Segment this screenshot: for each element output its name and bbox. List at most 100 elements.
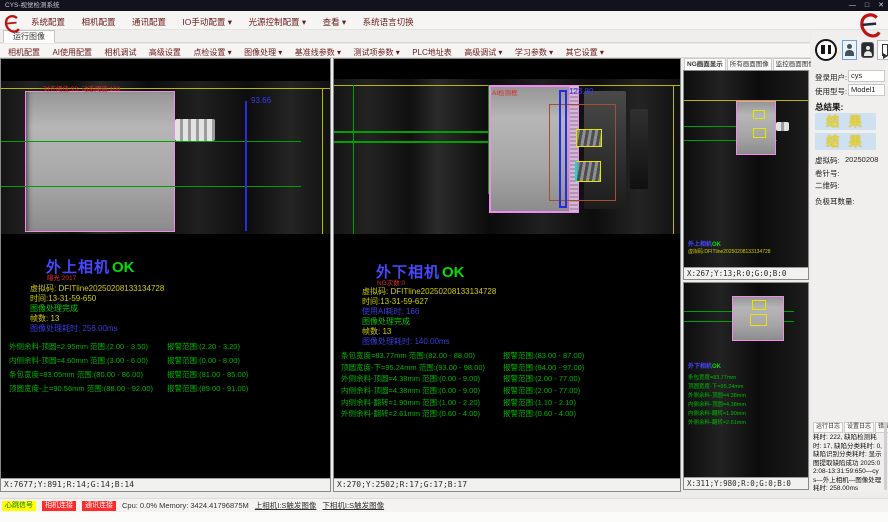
measure-value-label: 123.80 — [569, 87, 593, 96]
measurement-row: 外侧余料-顶圆=2.95mm 范围:(2.00 - 3.50)报警范围:(2.2… — [9, 340, 328, 354]
window-title: CYS-视觉检测系统 — [5, 2, 60, 9]
measure-line — [1, 186, 301, 187]
measure-value-label: 93.66 — [251, 96, 271, 105]
small-view-tabs: NG画面显示 所有画面图像 监控画面图像 — [683, 58, 809, 70]
measurement-row: 内侧余料-顶圆=4.38mm 范围:(0.00 - 9.00)报警范围:(2.0… — [341, 385, 678, 397]
process-elapsed: 图像处理耗时: 140.00ms — [362, 336, 450, 347]
toolbar: 相机配置 AI使用配置 相机调试 高级设置 点检设置 ▾ 图像处理 ▾ 基准线参… — [0, 43, 810, 58]
tab-all-images[interactable]: 所有画面图像 — [727, 58, 772, 70]
virtual-code: 虚拟码:DFITline20250208133134728 — [688, 248, 771, 255]
status-bar: 心跳信号 相机连接 通讯连接 Cpu: 0.0% Memory: 3424.41… — [0, 498, 888, 512]
title-bar: CYS-视觉检测系统 — □ ✕ — [0, 0, 888, 11]
qr-code-label: 二维码: — [815, 180, 840, 191]
total-result-label: 总结果: — [815, 101, 843, 113]
cpu-memory-status: Cpu: 0.0% Memory: 3424.41796875M — [122, 501, 249, 510]
measurement-row: 条包宽度=83.05mm 范围:(80.00 - 86.00)报警范围:(81.… — [9, 368, 328, 382]
measure-caliper-line — [245, 101, 247, 231]
small-view-bottom[interactable]: 外下相机OK 条包宽度=83.77mm 顶圆宽度-下=95.24mm 外侧余料-… — [683, 282, 809, 490]
right-control-panel: 登录用户: cys 使用型号: Model1 总结果: 结 果 结 果 虚拟码:… — [811, 31, 888, 492]
brand-logo-icon — [857, 12, 883, 39]
tab-run-log[interactable]: 运行日志 — [813, 422, 843, 433]
maximize-icon[interactable]: □ — [865, 0, 869, 11]
pixel-coordinate-bar: X:267;Y:13;R:0;G:0;B:0 — [684, 267, 808, 279]
log-text: 耗时: 222, 缺陷检测耗时: 17, 缺陷分类耗时: 0, 缺陷识别分类耗时… — [813, 434, 882, 494]
comm-link-badge: 通讯连接 — [82, 501, 116, 511]
login-user-field[interactable]: cys — [848, 70, 885, 82]
camera-image-left: 对齐阈值:93, 动态阈值:100 93.66 — [1, 81, 330, 234]
user-silhouette-icon — [862, 43, 873, 57]
measurement-list: 外侧余料-顶圆=2.95mm 范围:(2.00 - 3.50)报警范围:(2.2… — [9, 340, 328, 396]
measurement-list: 条包宽度=83.77mm 范围:(82.00 - 88.00)报警范围:(83.… — [341, 350, 678, 420]
pause-button[interactable] — [815, 39, 837, 61]
tab-count-label: 负极耳数量: — [815, 196, 855, 207]
camera-view-upper-outer[interactable]: 对齐阈值:93, 动态阈值:100 93.66 外上相机OK 曝光:2017 虚… — [0, 58, 331, 492]
tab-connector-region — [776, 122, 789, 131]
overlay-line — [322, 88, 323, 234]
process-elapsed: 图像处理耗时: 256.00ms — [30, 323, 118, 334]
upper-camera-trigger-link[interactable]: 上相机I:S触发图像 — [255, 500, 317, 511]
minimize-icon[interactable]: — — [849, 0, 856, 11]
measurement-line-text: 内侧余料-顶圆=4.38mm — [688, 400, 746, 408]
model-label: 使用型号: — [815, 86, 847, 97]
log-tabs: 运行日志 设置日志 错误日志 — [813, 422, 888, 433]
tab-ng-display[interactable]: NG画面显示 — [684, 58, 726, 70]
camera-sub-info: 曝光:2017 — [47, 272, 76, 282]
exit-door-icon — [882, 44, 888, 56]
camera-name-result: 外上相机OK — [688, 239, 721, 248]
window-bottom-strip — [0, 512, 888, 522]
measurement-line-text: 外侧余料-翻转=2.61mm — [688, 418, 746, 426]
camera-image-mid: AI检测框 123.80 — [334, 79, 680, 234]
battery-cell-region — [25, 91, 175, 232]
virtual-code-label: 虚拟码: — [815, 155, 840, 166]
measurement-line-text: 顶圆宽度-下=95.24mm — [688, 382, 743, 390]
menu-bar: 系统配置 相机配置 通讯配置 IO手动配置 ▾ 光源控制配置 ▾ 查看 ▾ 系统… — [0, 11, 888, 30]
ai-box-label: AI检测框 — [492, 87, 518, 97]
close-icon[interactable]: ✕ — [878, 0, 884, 11]
measurement-line-text: 条包宽度=83.77mm — [688, 373, 736, 381]
pixel-coordinate-bar: X:7677;Y:891;R:14;G:14;B:14 — [1, 478, 330, 491]
machine-part — [630, 109, 648, 189]
result-ok: OK — [442, 264, 465, 281]
login-user-label: 登录用户: — [815, 72, 847, 83]
defect-box — [576, 129, 602, 147]
small-view-top[interactable]: 外上相机OK 虚拟码:DFITline20250208133134728 X:2… — [683, 70, 809, 280]
pixel-coordinate-bar: X:270;Y:2502;R:17;G:17;B:17 — [334, 478, 680, 491]
result-ok: OK — [112, 259, 135, 276]
camera-view-lower-outer[interactable]: AI检测框 123.80 外下相机OK NG次数:0 虚拟码: DFITline… — [333, 58, 681, 492]
measure-line — [1, 141, 301, 142]
exit-button[interactable] — [877, 40, 888, 60]
measurement-row: 内侧余料-顶圆=4.60mm 范围:(3.00 - 6.00)报警范围:(0.0… — [9, 354, 328, 368]
measurement-row: 顶圆宽度-上=90.56mm 范围:(88.00 - 92.00)报警范围:(8… — [9, 382, 328, 396]
defect-box — [753, 110, 765, 119]
measurement-row: 外侧余料-翻转=2.61mm 范围:(0.60 - 4.00)报警范围:(0.6… — [341, 408, 678, 420]
log-scrollbar[interactable] — [884, 422, 887, 490]
camera-link-badge: 相机连接 — [42, 501, 76, 511]
app-window: CYS-视觉检测系统 — □ ✕ 系统配置 相机配置 通讯配置 IO手动配置 ▾… — [0, 0, 888, 522]
user-icon — [843, 41, 856, 59]
measurement-row: 内侧余料-翻转=1.90mm 范围:(1.00 - 2.20)报警范围:(1.1… — [341, 397, 678, 409]
defect-box — [753, 128, 766, 138]
overlay-line — [673, 85, 674, 234]
model-field[interactable]: Model1 — [848, 84, 885, 96]
threshold-overlay-text: 对齐阈值:93, 动态阈值:100 — [43, 83, 120, 93]
heartbeat-badge: 心跳信号 — [2, 501, 36, 511]
measurement-row: 外侧余料-顶圆=4.38mm 范围:(0.00 - 9.00)报警范围:(2.0… — [341, 373, 678, 385]
result-box-1: 结 果 — [815, 113, 876, 130]
defect-box — [750, 314, 767, 326]
camera-name-result: 外下相机OK — [688, 361, 721, 370]
defect-box — [575, 161, 601, 182]
measurement-row: 条包宽度=83.77mm 范围:(82.00 - 88.00)报警范围:(83.… — [341, 350, 678, 362]
tab-settings-log[interactable]: 设置日志 — [844, 422, 874, 433]
needle-number-label: 卷针号: — [815, 168, 840, 179]
operator-button[interactable] — [861, 42, 874, 58]
measurement-line-text: 内侧余料-翻转=1.90mm — [688, 409, 746, 417]
measure-line — [353, 85, 354, 234]
virtual-code-value: 20250208 — [845, 155, 878, 164]
measurement-line-text: 外侧余料-顶圆=4.38mm — [688, 391, 746, 399]
lower-camera-trigger-link[interactable]: 下相机I:S触发图像 — [322, 500, 384, 511]
app-logo-icon — [3, 13, 21, 35]
result-box-2: 结 果 — [815, 133, 876, 150]
login-user-button[interactable] — [842, 40, 857, 60]
measurement-row: 顶圆宽度-下=95.24mm 范围:(93.00 - 98.00)报警范围:(9… — [341, 362, 678, 374]
tab-connector-region — [175, 119, 215, 141]
